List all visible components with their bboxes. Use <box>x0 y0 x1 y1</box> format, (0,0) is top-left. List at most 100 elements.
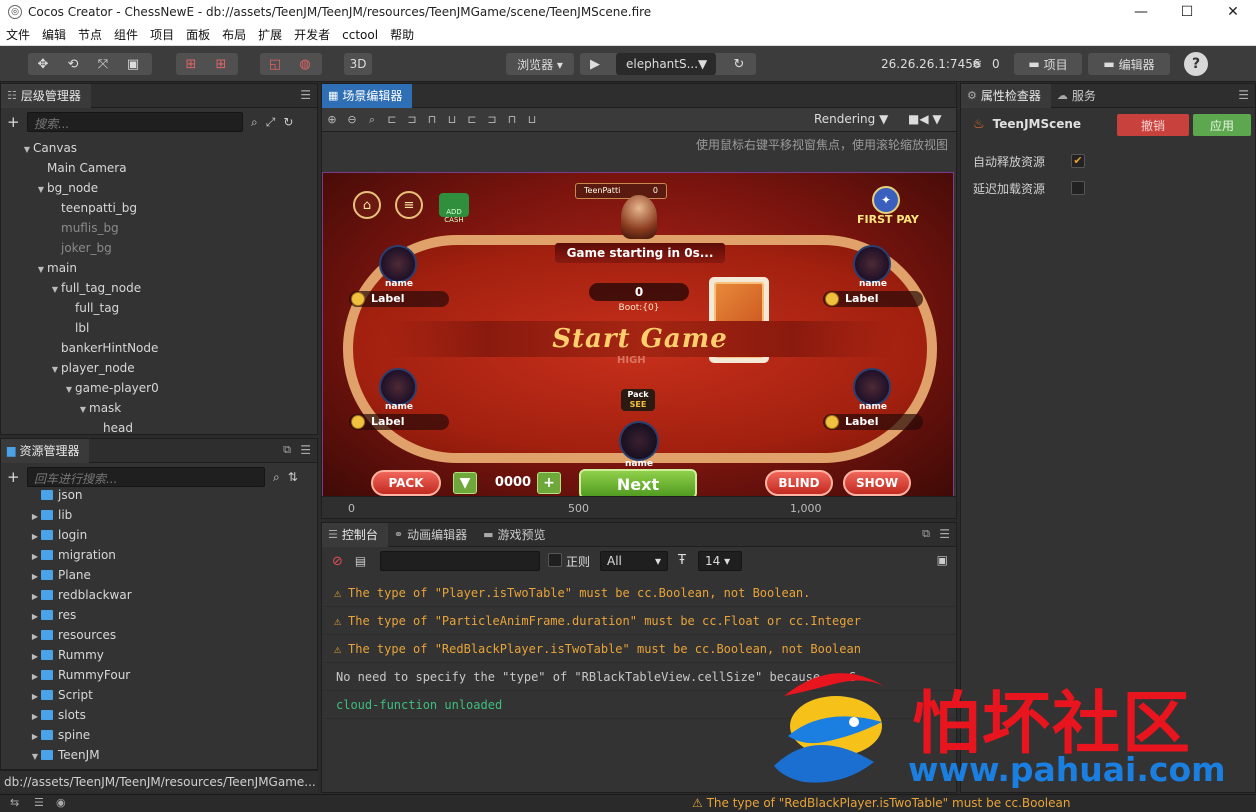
open-project-button[interactable]: ▬ 项目 <box>1014 53 1082 75</box>
node-item[interactable]: teenpatti_bg <box>1 198 317 218</box>
tab-game-preview[interactable]: ▬ 游戏预览 <box>477 523 555 547</box>
assets-search-input[interactable]: 回车进行搜索... <box>27 467 265 487</box>
node-item[interactable]: bankerHintNode <box>1 338 317 358</box>
close-button[interactable]: ✕ <box>1210 0 1256 24</box>
rendering-select[interactable]: Rendering ▼ <box>814 112 888 126</box>
align-middle-icon[interactable]: ⊏ <box>462 113 482 126</box>
refresh-button[interactable]: ↻ <box>724 53 754 75</box>
node-item[interactable]: ▼ mask <box>1 398 317 418</box>
chip-plus-button[interactable]: + <box>537 472 561 494</box>
align-bottom-icon[interactable]: ⊐ <box>482 113 502 126</box>
asset-item[interactable]: ▶ lib <box>1 505 317 525</box>
tab-hierarchy[interactable]: ☷ 层级管理器 <box>1 84 91 108</box>
chevron-right-icon[interactable]: ▶ <box>29 587 41 607</box>
zoom-reset-icon[interactable]: ⌕ <box>362 113 382 127</box>
3d-toggle-button[interactable]: 3D <box>344 53 372 75</box>
global-space-icon[interactable]: ◍ <box>290 53 320 75</box>
distribute-h-icon[interactable]: ⊓ <box>502 113 522 126</box>
menu-help[interactable]: 帮助 <box>384 26 420 43</box>
chevron-down-icon[interactable]: ▼ <box>29 747 41 767</box>
chevron-right-icon[interactable]: ▶ <box>29 507 41 527</box>
popout-icon[interactable]: ⧉ <box>283 443 291 457</box>
hierarchy-search-input[interactable]: 搜索... <box>27 112 243 132</box>
node-item[interactable]: Main Camera <box>1 158 317 178</box>
chevron-right-icon[interactable]: ▶ <box>29 567 41 587</box>
maximize-button[interactable]: ☐ <box>1164 0 1210 24</box>
asset-item[interactable]: ▶ redblackwar <box>1 585 317 605</box>
asset-item[interactable]: ▶ Plane <box>1 565 317 585</box>
zoom-out-icon[interactable]: ⊖ <box>342 113 362 126</box>
chevron-down-icon[interactable]: ▼ <box>21 140 33 160</box>
chevron-right-icon[interactable]: ▶ <box>29 627 41 647</box>
add-asset-icon[interactable]: + <box>7 468 23 486</box>
center-icon[interactable]: ⊞ <box>206 53 236 75</box>
node-item[interactable]: full_tag <box>1 298 317 318</box>
help-button[interactable]: ? <box>1184 52 1208 76</box>
panel-menu-icon[interactable]: ☰ <box>300 443 311 457</box>
align-top-icon[interactable]: ⊔ <box>442 113 462 126</box>
asset-item[interactable]: ▶ res <box>1 605 317 625</box>
align-center-icon[interactable]: ⊐ <box>402 113 422 126</box>
open-editor-button[interactable]: ▬ 编辑器 <box>1088 53 1170 75</box>
chip-minus-button[interactable]: ▼ <box>453 472 477 494</box>
blind-button[interactable]: BLIND <box>765 470 833 496</box>
panel-menu-icon[interactable]: ☰ <box>1238 88 1249 102</box>
status-warning[interactable]: ⚠ The type of "RedBlackPlayer.isTwoTable… <box>692 796 1071 810</box>
node-item[interactable]: ▼ full_tag_node <box>1 278 317 298</box>
add-node-icon[interactable]: + <box>7 113 23 131</box>
menu-panel[interactable]: 面板 <box>180 26 216 43</box>
rotate-tool-icon[interactable]: ⟲ <box>58 53 88 75</box>
chevron-down-icon[interactable]: ▼ <box>35 180 47 200</box>
chevron-right-icon[interactable]: ▶ <box>29 547 41 567</box>
regex-checkbox[interactable] <box>548 553 562 567</box>
tab-console[interactable]: ☰ 控制台 <box>322 523 388 547</box>
async-load-checkbox[interactable] <box>1071 181 1085 195</box>
apply-button[interactable]: 应用 <box>1193 114 1251 136</box>
node-item[interactable]: ▼ game-player0 <box>1 378 317 398</box>
font-size-select[interactable]: 14 ▾ <box>698 551 742 571</box>
popout-icon[interactable]: ⧉ <box>922 527 930 541</box>
scale-tool-icon[interactable]: ⤧ <box>88 53 118 75</box>
menu-edit[interactable]: 编辑 <box>36 26 72 43</box>
auto-release-checkbox[interactable]: ✔ <box>1071 154 1085 168</box>
chevron-right-icon[interactable]: ▶ <box>29 727 41 747</box>
node-item[interactable]: lbl <box>1 318 317 338</box>
node-item[interactable]: ▼ bg_node <box>1 178 317 198</box>
sort-icon[interactable]: ⇅ <box>288 470 298 484</box>
chevron-down-icon[interactable]: ▼ <box>49 360 61 380</box>
console-filter-input[interactable] <box>380 551 540 571</box>
tab-scene[interactable]: ▦ 场景编辑器 <box>322 84 413 108</box>
menu-icon[interactable]: ≡ <box>395 191 423 219</box>
tab-inspector[interactable]: ⚙ 属性检查器 <box>961 84 1051 108</box>
chevron-right-icon[interactable]: ▶ <box>29 647 41 667</box>
pack-button[interactable]: PACK <box>371 470 441 496</box>
log-file-icon[interactable]: ▤ <box>355 554 366 568</box>
game-view[interactable]: ⌂ ≡ ADD CASH TeenPatti 0 ✦ FIRST PAY Gam… <box>322 172 954 506</box>
database-icon[interactable]: ☰ <box>34 796 44 809</box>
scene-select[interactable]: elephantS... ▼ <box>616 53 716 75</box>
refresh-icon[interactable]: ↻ <box>283 115 293 129</box>
node-item[interactable]: ▼ Canvas <box>1 138 317 158</box>
revert-button[interactable]: 撤销 <box>1117 114 1189 136</box>
chevron-down-icon[interactable]: ▼ <box>35 260 47 280</box>
menu-file[interactable]: 文件 <box>0 26 36 43</box>
asset-item[interactable]: ▶ migration <box>1 545 317 565</box>
asset-item[interactable]: ▶ spine <box>1 725 317 745</box>
align-right-icon[interactable]: ⊓ <box>422 113 442 126</box>
next-button[interactable]: Next <box>579 469 697 499</box>
collapse-icon[interactable]: ▣ <box>937 553 948 567</box>
network-icon[interactable]: ⇆ <box>10 796 19 809</box>
tab-animation[interactable]: ⚭ 动画编辑器 <box>388 523 477 547</box>
local-space-icon[interactable]: ◱ <box>260 53 290 75</box>
first-pay-label[interactable]: FIRST PAY <box>857 213 919 226</box>
chevron-down-icon[interactable]: ▼ <box>63 380 75 400</box>
chevron-right-icon[interactable]: ▶ <box>29 687 41 707</box>
asset-item[interactable]: ▶ login <box>1 525 317 545</box>
chevron-right-icon[interactable]: ▶ <box>29 607 41 627</box>
menu-node[interactable]: 节点 <box>72 26 108 43</box>
node-item[interactable]: ▼ main <box>1 258 317 278</box>
home-icon[interactable]: ⌂ <box>353 191 381 219</box>
pivot-icon[interactable]: ⊞ <box>176 53 206 75</box>
menu-extension[interactable]: 扩展 <box>252 26 288 43</box>
distribute-v-icon[interactable]: ⊔ <box>522 113 542 126</box>
